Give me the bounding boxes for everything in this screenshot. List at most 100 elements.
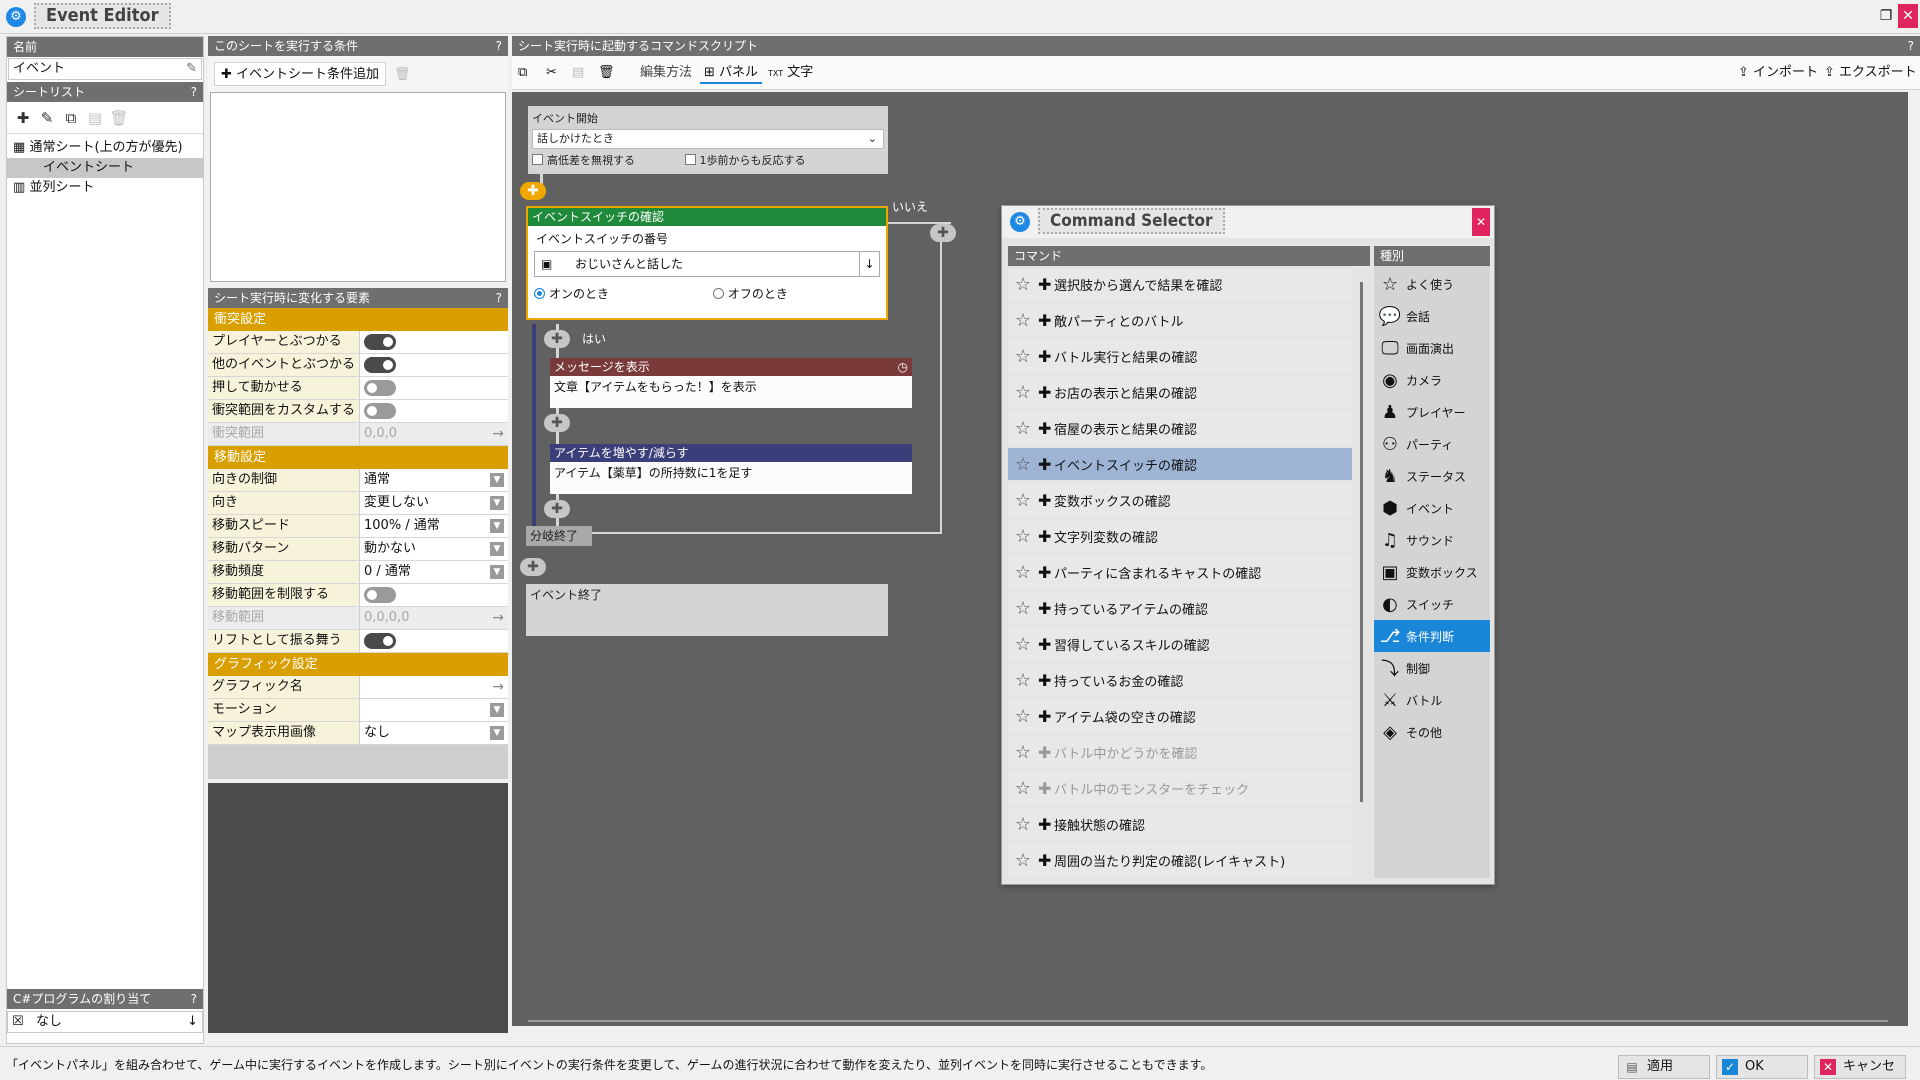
property-row[interactable]: 向きの制御 通常 ▼ (208, 469, 508, 492)
property-value[interactable]: 0,0,0,0 → (360, 607, 508, 629)
property-value[interactable]: → (360, 676, 508, 698)
delete-icon[interactable]: 🗑 (107, 106, 131, 130)
switch-field[interactable]: ▣ おじいさんと話した ↓ (534, 251, 880, 277)
property-value[interactable] (360, 331, 508, 353)
arrow-right-icon[interactable]: → (492, 607, 504, 629)
star-icon[interactable]: ☆ (1008, 778, 1038, 799)
csharp-field[interactable]: ☒ なし ↓ (7, 1011, 203, 1033)
cancel-button[interactable]: ✕ キャンセル (1814, 1055, 1906, 1079)
command-item[interactable]: ☆ ✚ バトル中のモンスターをチェック (1008, 772, 1352, 804)
help-icon[interactable]: ? (191, 989, 197, 1009)
restore-icon[interactable]: ❐ (1876, 4, 1896, 28)
conditions-list[interactable] (210, 92, 506, 282)
property-row[interactable]: 移動スピード 100% / 通常 ▼ (208, 515, 508, 538)
horizontal-scrollbar[interactable] (528, 1020, 1888, 1022)
property-row[interactable]: 向き 変更しない ▼ (208, 492, 508, 515)
toggle-switch[interactable] (364, 334, 396, 350)
chevron-down-icon[interactable]: ▼ (490, 496, 504, 510)
property-value[interactable] (360, 630, 508, 652)
property-row[interactable]: グラフィック名 → (208, 676, 508, 699)
command-item[interactable]: ☆ ✚ アイテム袋の空きの確認 (1008, 700, 1352, 732)
property-value[interactable]: なし ▼ (360, 722, 508, 744)
category-item[interactable]: ⚇ パーティ (1374, 428, 1490, 460)
help-icon[interactable]: ? (496, 288, 502, 308)
command-item[interactable]: ☆ ✚ 周囲の当たり判定の確認(レイキャスト) (1008, 844, 1352, 876)
category-item[interactable]: ☆ よく使う (1374, 268, 1490, 300)
name-field[interactable]: イベント ✎ (8, 58, 202, 80)
property-value[interactable]: 0,0,0 → (360, 423, 508, 445)
property-row[interactable]: 衝突範囲をカスタムする (208, 400, 508, 423)
star-icon[interactable]: ☆ (1008, 850, 1038, 871)
category-item[interactable]: ♞ ステータス (1374, 460, 1490, 492)
vertical-scrollbar[interactable] (1908, 92, 1920, 1026)
toggle-switch[interactable] (364, 633, 396, 649)
star-icon[interactable]: ☆ (1008, 310, 1038, 331)
property-row[interactable]: 移動パターン 動かない ▼ (208, 538, 508, 561)
delete-icon[interactable]: 🗑 (598, 62, 615, 84)
property-value[interactable] (360, 377, 508, 399)
ignore-height-checkbox[interactable]: 高低差を無視する (532, 154, 635, 167)
toggle-switch[interactable] (364, 357, 396, 373)
chevron-down-icon[interactable]: ▼ (490, 519, 504, 533)
star-icon[interactable]: ☆ (1008, 346, 1038, 367)
add-node-button[interactable]: ✚ (544, 414, 570, 432)
command-list-scrollbar[interactable] (1360, 282, 1363, 802)
arrow-right-icon[interactable]: → (492, 423, 504, 445)
star-icon[interactable]: ☆ (1008, 418, 1038, 439)
dropdown-icon[interactable]: ↓ (187, 1012, 198, 1032)
category-item[interactable]: ⎇ 条件判断 (1374, 620, 1490, 652)
chevron-down-icon[interactable]: ▼ (490, 473, 504, 487)
category-item[interactable]: 💬 会話 (1374, 300, 1490, 332)
chevron-down-icon[interactable]: ▼ (490, 542, 504, 556)
star-icon[interactable]: ☆ (1008, 670, 1038, 691)
star-icon[interactable]: ☆ (1008, 634, 1038, 655)
property-value[interactable]: 動かない ▼ (360, 538, 508, 560)
toggle-switch[interactable] (364, 587, 396, 603)
property-value[interactable] (360, 354, 508, 376)
star-icon[interactable]: ☆ (1008, 274, 1038, 295)
command-item[interactable]: ☆ ✚ パーティに含まれるキャストの確認 (1008, 556, 1352, 588)
star-icon[interactable]: ☆ (1008, 742, 1038, 763)
property-row[interactable]: リフトとして振る舞う (208, 630, 508, 653)
star-icon[interactable]: ☆ (1008, 526, 1038, 547)
command-item[interactable]: ☆ ✚ イベントスイッチの確認 (1008, 448, 1352, 480)
add-node-button[interactable]: ✚ (520, 182, 546, 200)
property-value[interactable]: 変更しない ▼ (360, 492, 508, 514)
paste-icon[interactable]: ▤ (572, 62, 584, 84)
star-icon[interactable]: ☆ (1008, 562, 1038, 583)
edit-icon[interactable]: ✎ (35, 106, 59, 130)
toggle-switch[interactable] (364, 380, 396, 396)
item-block[interactable]: アイテムを増やす/減らす アイテム【薬草】の所持数に1を足す (550, 444, 912, 494)
clear-icon[interactable]: ☒ (12, 1012, 24, 1032)
property-row[interactable]: 移動頻度 0 / 通常 ▼ (208, 561, 508, 584)
property-row[interactable]: マップ表示用画像 なし ▼ (208, 722, 508, 745)
delete-icon[interactable]: 🗑 (390, 67, 414, 82)
add-node-button[interactable]: ✚ (544, 500, 570, 518)
property-row[interactable]: 他のイベントとぶつかる (208, 354, 508, 377)
add-condition-button[interactable]: ✚ イベントシート条件追加 (214, 62, 387, 86)
tree-item-normal[interactable]: ▦ 通常シート(上の方が優先) (7, 138, 203, 158)
export-button[interactable]: ⇪ エクスポート (1824, 62, 1917, 84)
cut-icon[interactable]: ✂ (546, 62, 557, 84)
category-item[interactable]: ◈ その他 (1374, 716, 1490, 748)
property-row[interactable]: モーション ▼ (208, 699, 508, 722)
category-item[interactable]: ◉ カメラ (1374, 364, 1490, 396)
arrow-right-icon[interactable]: → (492, 676, 504, 698)
command-item[interactable]: ☆ ✚ バトル実行と結果の確認 (1008, 340, 1352, 372)
ok-button[interactable]: ✓ OK (1716, 1055, 1808, 1079)
category-item[interactable]: ▣ 変数ボックス (1374, 556, 1490, 588)
star-icon[interactable]: ☆ (1008, 706, 1038, 727)
star-icon[interactable]: ☆ (1008, 598, 1038, 619)
trigger-select[interactable]: 話しかけたとき ⌄ (532, 129, 884, 149)
command-item[interactable]: ☆ ✚ 接触状態の確認 (1008, 808, 1352, 840)
tree-item-parallel[interactable]: ▥ 並列シート (7, 178, 203, 198)
help-icon[interactable]: ? (1908, 36, 1914, 56)
command-item[interactable]: ☆ ✚ 宿屋の表示と結果の確認 (1008, 412, 1352, 444)
property-value[interactable]: 通常 ▼ (360, 469, 508, 491)
paste-icon[interactable]: ▤ (83, 106, 107, 130)
pencil-icon[interactable]: ✎ (186, 59, 197, 79)
command-item[interactable]: ☆ ✚ バトル中かどうかを確認 (1008, 736, 1352, 768)
property-row[interactable]: 移動範囲 0,0,0,0 → (208, 607, 508, 630)
toggle-switch[interactable] (364, 403, 396, 419)
dropdown-icon[interactable]: ↓ (859, 252, 879, 276)
